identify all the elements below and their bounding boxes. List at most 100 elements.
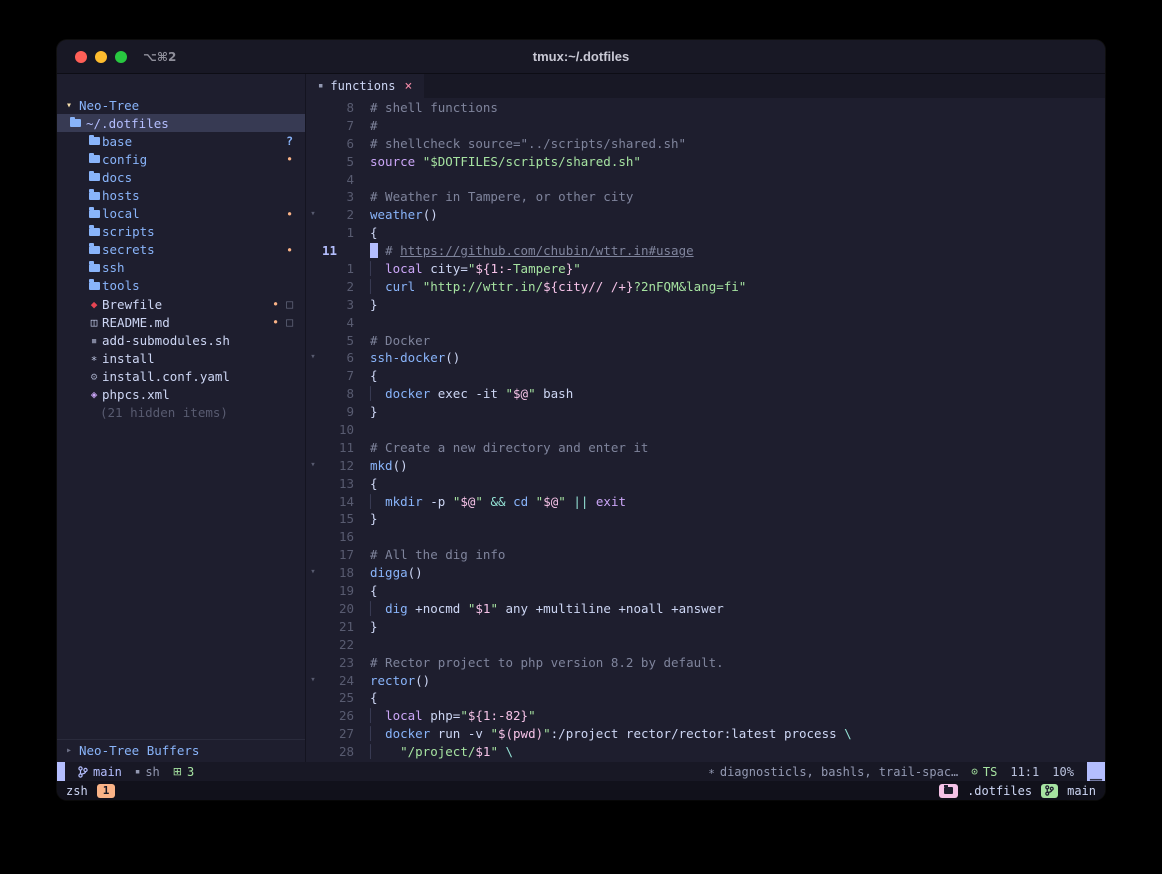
- code-line[interactable]: ▾24rector(): [306, 672, 1105, 690]
- code-line[interactable]: 3# Weather in Tampere, or other city: [306, 188, 1105, 206]
- code-line[interactable]: 23# Rector project to php version 8.2 by…: [306, 654, 1105, 672]
- code-line[interactable]: 11 # https://github.com/chubin/wttr.in#u…: [306, 242, 1105, 260]
- line-number: 4: [320, 314, 354, 332]
- line-number: 1: [320, 224, 354, 242]
- fold-icon[interactable]: ▾: [306, 457, 320, 475]
- code-line[interactable]: 1▏ local city="${1:-Tampere}": [306, 260, 1105, 278]
- tree-item-phpcs.xml[interactable]: ◈phpcs.xml: [57, 386, 305, 404]
- fold-column: [306, 636, 320, 654]
- fold-column: [306, 618, 320, 636]
- code-line[interactable]: 17# All the dig info: [306, 546, 1105, 564]
- code-line[interactable]: 7#: [306, 117, 1105, 135]
- code-line[interactable]: ▾12mkd(): [306, 457, 1105, 475]
- code-line[interactable]: 21}: [306, 618, 1105, 636]
- folder-icon: [87, 210, 101, 218]
- code-line[interactable]: 10: [306, 421, 1105, 439]
- fold-column: [306, 689, 320, 707]
- tree-item-label: README.md: [102, 315, 170, 330]
- fold-icon[interactable]: ▾: [306, 349, 320, 367]
- code-line[interactable]: 5# Docker: [306, 332, 1105, 350]
- code-line[interactable]: ▾18digga(): [306, 564, 1105, 582]
- code-line[interactable]: 6# shellcheck source="../scripts/shared.…: [306, 135, 1105, 153]
- code-line[interactable]: 22: [306, 636, 1105, 654]
- fold-column: [306, 439, 320, 457]
- tree-item-label: phpcs.xml: [102, 387, 170, 402]
- tree-item-hosts[interactable]: hosts: [57, 186, 305, 204]
- code-line[interactable]: 16: [306, 528, 1105, 546]
- tree-item-ssh[interactable]: ssh: [57, 259, 305, 277]
- tree-item-config[interactable]: config•: [57, 150, 305, 168]
- tree-item-tools[interactable]: tools: [57, 277, 305, 295]
- code-line[interactable]: 27▏ docker run -v "$(pwd)":/project rect…: [306, 725, 1105, 743]
- code-line[interactable]: 19{: [306, 582, 1105, 600]
- tree-item-docs[interactable]: docs: [57, 168, 305, 186]
- code-line[interactable]: 4: [306, 314, 1105, 332]
- code-line[interactable]: 11# Create a new directory and enter it: [306, 439, 1105, 457]
- code-line[interactable]: 28▏ "/project/$1" \: [306, 743, 1105, 761]
- line-number: 27: [320, 725, 354, 743]
- tree-item-add-submodules.sh[interactable]: ▪add-submodules.sh: [57, 331, 305, 349]
- tree-item-Brewfile[interactable]: ◆Brewfile•□: [57, 295, 305, 313]
- tree-item-install.conf.yaml[interactable]: ⚙install.conf.yaml: [57, 367, 305, 385]
- tree-item-secrets[interactable]: secrets•: [57, 241, 305, 259]
- code-line[interactable]: 26▏ local php="${1:-82}": [306, 707, 1105, 725]
- code-text: {: [370, 224, 378, 242]
- neotree-sidebar: ▾Neo-Tree ~/.dotfiles base?config•docsho…: [57, 74, 305, 762]
- code-text: ssh-docker(): [370, 349, 460, 367]
- code-line[interactable]: 5source "$DOTFILES/scripts/shared.sh": [306, 153, 1105, 171]
- line-number: 2: [320, 206, 354, 224]
- close-window-button[interactable]: [75, 51, 87, 63]
- code-text: }: [370, 296, 378, 314]
- folder-icon: [87, 228, 101, 236]
- tree-item-base[interactable]: base?: [57, 132, 305, 150]
- code-line[interactable]: 13{: [306, 475, 1105, 493]
- line-number: 15: [320, 510, 354, 528]
- code-line[interactable]: 2▏ curl "http://wttr.in/${city// /+}?2nF…: [306, 278, 1105, 296]
- chevron-down-icon: ▾: [66, 100, 79, 111]
- tree-item-scripts[interactable]: scripts: [57, 223, 305, 241]
- code-line[interactable]: 3}: [306, 296, 1105, 314]
- code-text: # Rector project to php version 8.2 by d…: [370, 654, 724, 672]
- tab-functions[interactable]: ▪ functions ×: [306, 74, 424, 98]
- cursor-position: 11:1: [1010, 765, 1039, 779]
- code-line[interactable]: 8# shell functions: [306, 99, 1105, 117]
- code-line[interactable]: 14▏ mkdir -p "$@" && cd "$@" || exit: [306, 493, 1105, 511]
- minimize-window-button[interactable]: [95, 51, 107, 63]
- code-line[interactable]: 7{: [306, 367, 1105, 385]
- fold-icon[interactable]: ▾: [306, 206, 320, 224]
- tmux-window-index[interactable]: 1: [97, 784, 116, 798]
- tree-item-install[interactable]: ∗install: [57, 349, 305, 367]
- fold-column: [306, 403, 320, 421]
- code-text: # All the dig info: [370, 546, 505, 564]
- code-text: {: [370, 582, 378, 600]
- tree-item-label: add-submodules.sh: [102, 333, 230, 348]
- code-line[interactable]: ▾2weather(): [306, 206, 1105, 224]
- code-line[interactable]: 15}: [306, 510, 1105, 528]
- code-line[interactable]: ▾6ssh-docker(): [306, 349, 1105, 367]
- tree-root-dotfiles[interactable]: ~/.dotfiles: [57, 114, 305, 132]
- tree-item-label: install: [102, 351, 155, 366]
- folder-icon: [87, 137, 101, 145]
- code-line[interactable]: 25{: [306, 689, 1105, 707]
- close-tab-icon[interactable]: ×: [404, 79, 412, 94]
- code-line[interactable]: 1{: [306, 224, 1105, 242]
- code-line[interactable]: 20▏ dig +nocmd "$1" any +multiline +noal…: [306, 600, 1105, 618]
- code-line[interactable]: 8▏ docker exec -it "$@" bash: [306, 385, 1105, 403]
- code-line[interactable]: 4: [306, 171, 1105, 189]
- line-number: 7: [320, 117, 354, 135]
- line-number: 26: [320, 707, 354, 725]
- tree-item-README.md[interactable]: ◫README.md•□: [57, 313, 305, 331]
- tmux-directory: .dotfiles: [967, 784, 1032, 798]
- tree-item-local[interactable]: local•: [57, 205, 305, 223]
- tmux-branch-pill: [1041, 784, 1058, 798]
- zoom-window-button[interactable]: [115, 51, 127, 63]
- tree-root-label: ~/.dotfiles: [86, 116, 169, 131]
- fold-icon[interactable]: ▾: [306, 672, 320, 690]
- fold-icon[interactable]: ▾: [306, 564, 320, 582]
- code-line[interactable]: 9}: [306, 403, 1105, 421]
- line-number: 24: [320, 672, 354, 690]
- md-icon: ◫: [87, 316, 101, 329]
- code-text: }: [370, 618, 378, 636]
- neotree-buffers-header[interactable]: ▸Neo-Tree Buffers: [57, 742, 305, 760]
- sh-icon: ▪: [87, 334, 101, 347]
